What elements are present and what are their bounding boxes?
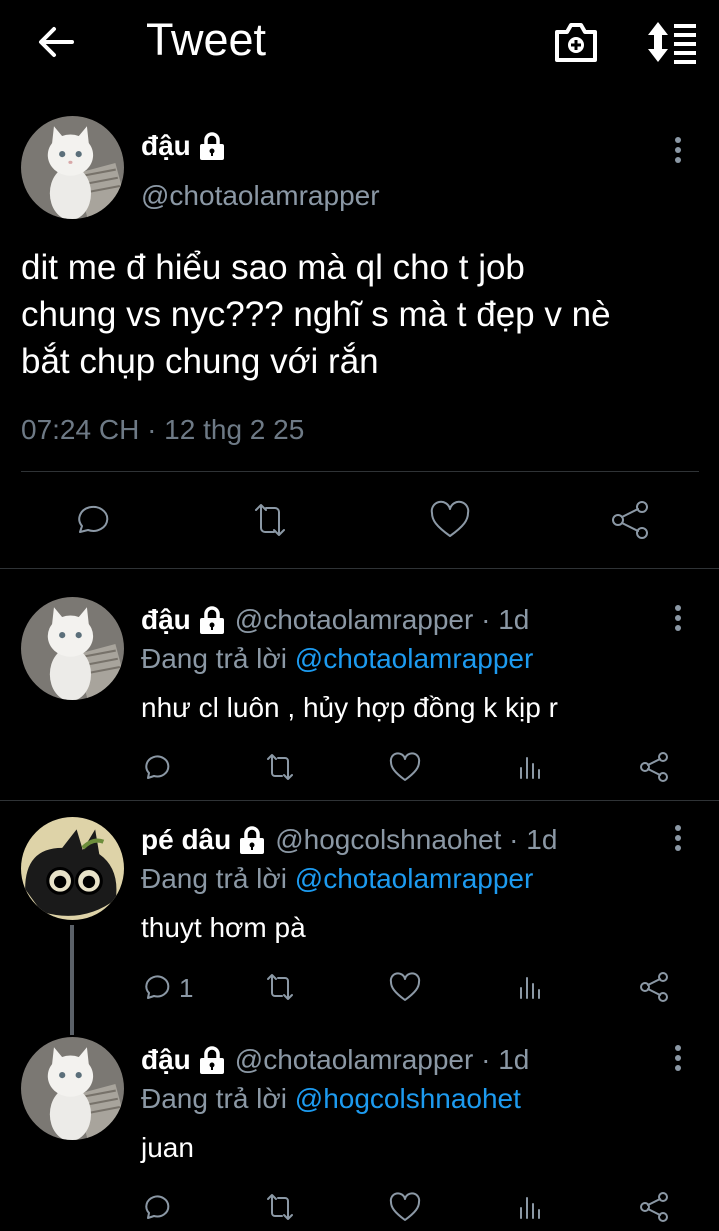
sort-icon[interactable] bbox=[644, 20, 698, 64]
more-options-icon[interactable] bbox=[673, 1044, 683, 1072]
lock-icon bbox=[199, 132, 224, 160]
lock-icon bbox=[199, 606, 224, 634]
reply-text: như cl luôn , hủy hợp đồng k kịp r bbox=[141, 692, 558, 723]
avatar[interactable] bbox=[21, 597, 124, 700]
retweet-icon[interactable] bbox=[263, 970, 297, 1004]
analytics-icon[interactable] bbox=[513, 750, 547, 784]
author-name[interactable]: đậu bbox=[141, 130, 227, 162]
lock-icon bbox=[240, 826, 265, 854]
top-bar: Tweet bbox=[0, 0, 719, 90]
back-arrow-icon[interactable] bbox=[36, 22, 76, 62]
avatar[interactable] bbox=[21, 817, 124, 920]
analytics-icon[interactable] bbox=[513, 1190, 547, 1224]
avatar[interactable] bbox=[21, 1037, 124, 1140]
reply-icon[interactable] bbox=[68, 498, 112, 542]
like-icon[interactable] bbox=[388, 750, 422, 784]
share-icon[interactable] bbox=[637, 750, 671, 784]
retweet-icon[interactable] bbox=[263, 1190, 297, 1224]
reply-text: thuyt hơm pà bbox=[141, 912, 306, 943]
share-icon[interactable] bbox=[637, 1190, 671, 1224]
replying-to: Đang trả lời @chotaolamrapper bbox=[141, 643, 534, 674]
retweet-icon[interactable] bbox=[248, 498, 292, 542]
like-icon[interactable] bbox=[388, 1190, 422, 1224]
divider bbox=[0, 800, 719, 801]
author-handle[interactable]: @chotaolamrapper bbox=[141, 180, 380, 212]
replying-to-link[interactable]: @hogcolshnaohet bbox=[295, 1083, 521, 1114]
replying-to-link[interactable]: @chotaolamrapper bbox=[295, 863, 534, 894]
reply-icon[interactable] bbox=[139, 970, 173, 1004]
reply-count: 1 bbox=[179, 973, 194, 1003]
divider bbox=[21, 471, 699, 472]
analytics-icon[interactable] bbox=[513, 970, 547, 1004]
replying-to: Đang trả lời @chotaolamrapper bbox=[141, 863, 534, 894]
thread-line bbox=[70, 925, 74, 1035]
lock-icon bbox=[199, 1046, 224, 1074]
tweet-text: dit me đ hiểu sao mà ql cho t job chung … bbox=[21, 248, 611, 381]
camera-plus-icon[interactable] bbox=[553, 20, 599, 64]
retweet-icon[interactable] bbox=[263, 750, 297, 784]
reply-header[interactable]: đậu @chotaolamrapper · 1d bbox=[141, 1044, 529, 1076]
replying-to-link[interactable]: @chotaolamrapper bbox=[295, 643, 534, 674]
more-options-icon[interactable] bbox=[673, 136, 683, 164]
more-options-icon[interactable] bbox=[673, 604, 683, 632]
page-title: Tweet bbox=[146, 14, 267, 65]
like-icon[interactable] bbox=[428, 498, 472, 542]
reply-header[interactable]: đậu @chotaolamrapper · 1d bbox=[141, 604, 529, 636]
tweet-timestamp: 07:24 CH · 12 thg 2 25 bbox=[21, 414, 305, 445]
reply-text: juan bbox=[141, 1132, 194, 1163]
divider bbox=[0, 568, 719, 569]
reply-icon[interactable] bbox=[139, 1190, 173, 1224]
share-icon[interactable] bbox=[637, 970, 671, 1004]
like-icon[interactable] bbox=[388, 970, 422, 1004]
share-icon[interactable] bbox=[608, 498, 652, 542]
avatar[interactable] bbox=[21, 116, 124, 219]
replying-to: Đang trả lời @hogcolshnaohet bbox=[141, 1083, 521, 1114]
reply-header[interactable]: pé dâu @hogcolshnaohet · 1d bbox=[141, 824, 557, 856]
more-options-icon[interactable] bbox=[673, 824, 683, 852]
reply-icon[interactable] bbox=[139, 750, 173, 784]
